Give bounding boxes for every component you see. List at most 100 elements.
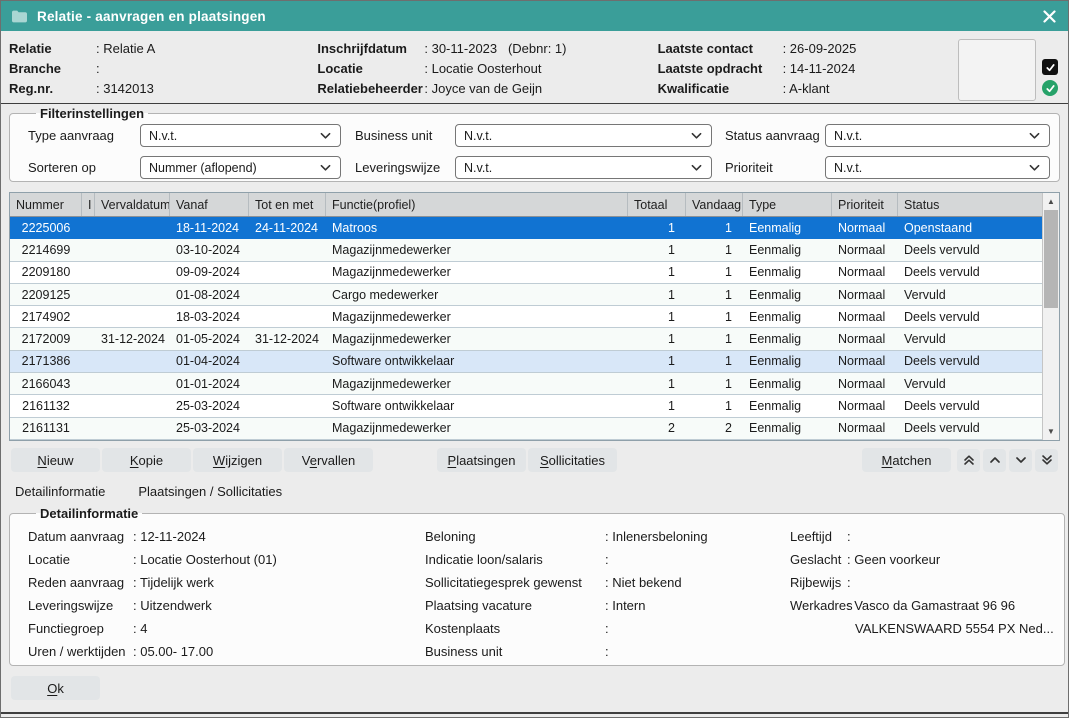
field-value: : Relatie A [96, 39, 155, 59]
chevron-down-icon [1029, 164, 1040, 172]
field-value: : 14-11-2024 [783, 59, 856, 79]
table-row[interactable]: 216604301-01-2024Magazijnmedewerker11Een… [10, 373, 1042, 395]
wijzigen-button[interactable]: Wijzigen [193, 448, 282, 472]
column-header-type[interactable]: Type [743, 193, 832, 216]
scroll-bottom-button[interactable] [1035, 449, 1058, 472]
kopie-button[interactable]: Kopie [102, 448, 191, 472]
scrollbar-thumb[interactable] [1044, 210, 1058, 308]
nieuw-button[interactable]: Nieuw [11, 448, 100, 472]
table-cell [82, 284, 95, 305]
field-value-line2: VALKENSWAARD 5554 PX Ned... [847, 617, 1054, 640]
table-cell [95, 306, 170, 327]
tab-plaatsingen-sollicitaties[interactable]: Plaatsingen / Sollicitaties [138, 484, 282, 499]
table-cell: Normaal [832, 328, 898, 349]
table-cell: Normaal [832, 306, 898, 327]
table-cell [249, 373, 326, 394]
field-label: Rijbewijs [790, 571, 847, 594]
filter-selected-value: N.v.t. [464, 129, 492, 143]
table-cell: 1 [628, 306, 686, 327]
header-column-2: Inschrijfdatum: 30-11-2023 (Debnr: 1)Loc… [317, 39, 657, 97]
table-row[interactable]: 217200931-12-202401-05-202431-12-2024Mag… [10, 328, 1042, 350]
scrollbar-up-arrow-icon[interactable]: ▲ [1043, 193, 1059, 210]
scrollbar-track[interactable] [1043, 210, 1059, 423]
filter-selected-value: Nummer (aflopend) [149, 161, 257, 175]
table-cell [249, 351, 326, 372]
table-row[interactable]: 220918009-09-2024Magazijnmedewerker11Een… [10, 262, 1042, 284]
table-cell: 1 [686, 239, 743, 260]
table-cell [82, 217, 95, 238]
filter-selected-value: N.v.t. [834, 129, 862, 143]
plaatsingen-button[interactable]: Plaatsingen [437, 448, 526, 472]
folder-icon [11, 9, 28, 24]
table-cell [95, 395, 170, 416]
field-label: Sollicitatiegesprek gewenst [425, 571, 605, 594]
table-scrollbar[interactable]: ▲ ▼ [1042, 193, 1059, 440]
photo-placeholder [958, 39, 1036, 101]
table-row[interactable]: 216113225-03-2024Software ontwikkelaar11… [10, 395, 1042, 417]
field-value: : Uitzendwerk [133, 594, 212, 617]
field-label: Business unit [425, 640, 605, 663]
table-cell: Software ontwikkelaar [326, 351, 628, 372]
table-row[interactable]: 222500618-11-202424-11-2024Matroos11Eenm… [10, 217, 1042, 239]
table-cell: Normaal [832, 284, 898, 305]
filter-select-type-aanvraag[interactable]: N.v.t. [140, 124, 341, 147]
field-label: Branche [9, 59, 96, 79]
table-cell: 25-03-2024 [170, 395, 249, 416]
scrollbar-down-arrow-icon[interactable]: ▼ [1043, 423, 1059, 440]
close-icon[interactable] [1043, 10, 1056, 23]
table-cell: 2172009 [10, 328, 82, 349]
table-cell: Vervuld [898, 373, 1042, 394]
scroll-up-button[interactable] [983, 449, 1006, 472]
relatie-window: Relatie - aanvragen en plaatsingen Relat… [0, 0, 1069, 718]
field-label: Laatste opdracht [658, 59, 783, 79]
table-cell: 2225006 [10, 217, 82, 238]
table-row[interactable]: 220912501-08-2024Cargo medewerker11Eenma… [10, 284, 1042, 306]
sollicitaties-button[interactable]: Sollicitaties [528, 448, 617, 472]
column-header-i[interactable]: I [82, 193, 95, 216]
filter-select-leveringswijze[interactable]: N.v.t. [455, 156, 712, 179]
table-cell: 1 [628, 328, 686, 349]
table-cell: Matroos [326, 217, 628, 238]
vervallen-button[interactable]: Vervallen [284, 448, 373, 472]
table-cell: Eenmalig [743, 373, 832, 394]
column-header-prioriteit[interactable]: Prioriteit [832, 193, 898, 216]
table-row[interactable]: 221469903-10-2024Magazijnmedewerker11Een… [10, 239, 1042, 261]
field-label: Geslacht [790, 548, 847, 571]
detail-column-1: Datum aanvraag: 12-11-2024Locatie: Locat… [28, 525, 425, 663]
table-row[interactable]: 216113125-03-2024Magazijnmedewerker22Een… [10, 418, 1042, 440]
filter-selected-value: N.v.t. [834, 161, 862, 175]
table-cell [82, 262, 95, 283]
matchen-button[interactable]: Matchen [862, 448, 951, 472]
filter-select-sorteren-op[interactable]: Nummer (aflopend) [140, 156, 341, 179]
column-header-functie-profiel-[interactable]: Functie(profiel) [326, 193, 628, 216]
column-header-vandaag[interactable]: Vandaag [686, 193, 743, 216]
ok-button[interactable]: Ok [11, 676, 100, 700]
table-cell: 18-11-2024 [170, 217, 249, 238]
scroll-top-button[interactable] [957, 449, 980, 472]
table-cell [95, 373, 170, 394]
column-header-totaal[interactable]: Totaal [628, 193, 686, 216]
column-header-tot-en-met[interactable]: Tot en met [249, 193, 326, 216]
filter-select-status-aanvraag[interactable]: N.v.t. [825, 124, 1050, 147]
column-header-vervaldatum[interactable]: Vervaldatum [95, 193, 170, 216]
column-header-status[interactable]: Status [898, 193, 1042, 216]
column-header-nummer[interactable]: Nummer [10, 193, 82, 216]
table-cell: Magazijnmedewerker [326, 262, 628, 283]
table-row[interactable]: 217138601-04-2024Software ontwikkelaar11… [10, 351, 1042, 373]
checkbox-checked-icon[interactable] [1042, 59, 1058, 75]
table-cell: 1 [686, 395, 743, 416]
scroll-down-button[interactable] [1009, 449, 1032, 472]
tab-detailinformatie[interactable]: Detailinformatie [15, 484, 105, 499]
field-value: : [847, 525, 854, 548]
filter-select-business-unit[interactable]: N.v.t. [455, 124, 712, 147]
detail-column-3: Leeftijd: Geslacht: Geen voorkeurRijbewi… [790, 525, 1054, 663]
table-cell: 01-01-2024 [170, 373, 249, 394]
column-header-vanaf[interactable]: Vanaf [170, 193, 249, 216]
table-cell: Deels vervuld [898, 418, 1042, 439]
detail-tabs: Detailinformatie Plaatsingen / Sollicitat… [15, 484, 1060, 499]
field-label: Kostenplaats [425, 617, 605, 640]
table-cell [95, 351, 170, 372]
filter-select-prioriteit[interactable]: N.v.t. [825, 156, 1050, 179]
table-row[interactable]: 217490218-03-2024Magazijnmedewerker11Een… [10, 306, 1042, 328]
table-cell: 1 [686, 351, 743, 372]
